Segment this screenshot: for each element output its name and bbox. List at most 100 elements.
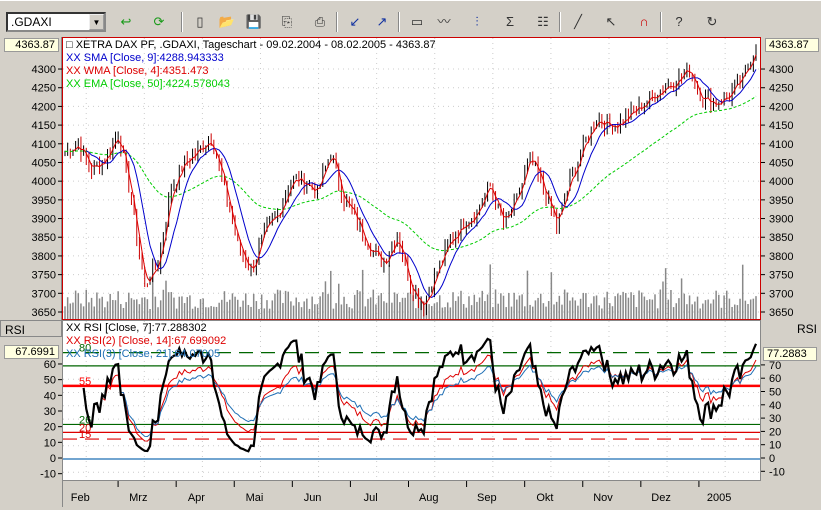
price-tick-label: 3950	[32, 195, 56, 207]
wma-line	[72, 54, 757, 306]
sma-line	[86, 69, 757, 299]
rsi-tick-label-left: 30	[44, 406, 56, 418]
chart-back-icon[interactable]: ↙	[343, 13, 367, 31]
price-tick-label: 3850	[769, 232, 793, 244]
price-tick-label: 4300	[769, 64, 793, 76]
copy-icon[interactable]: ⎘	[275, 13, 299, 31]
price-tick-label: 3850	[32, 232, 56, 244]
legend-rsi14[interactable]: XX RSI(2) [Close, 14]:67.699092	[66, 335, 226, 348]
save-icon[interactable]: 💾	[242, 13, 266, 31]
price-tick-label: 3900	[32, 214, 56, 226]
time-axis: Feb Mrz Apr Mai Jun Jul Aug Sep Okt Nov Dez 2005	[62, 481, 761, 507]
chart-title: □ XETRA DAX PF, .GDAXI, Tageschart - 09.…	[66, 39, 436, 51]
month-label: Mrz	[129, 492, 147, 504]
price-tick-label: 4200	[769, 101, 793, 113]
print-icon[interactable]: ⎙	[308, 13, 332, 31]
rsi-legend: XX RSI [Close, 7]:77.288302 XX RSI(2) [C…	[66, 322, 226, 361]
undo-icon[interactable]: ↻	[700, 13, 724, 31]
sigma-icon[interactable]: Σ	[498, 13, 522, 31]
rsi14-line	[101, 354, 757, 442]
rsi-level-label: 55	[79, 376, 91, 388]
chart-style-icon[interactable]: ⫶	[465, 13, 489, 31]
month-label: 2005	[707, 492, 731, 504]
rsi-tick-label-right: 40	[769, 400, 781, 412]
rsi-tick-label-right: 30	[769, 413, 781, 425]
price-tick-label: 3800	[32, 251, 56, 263]
price-tick-label: 4150	[769, 120, 793, 132]
rsi-tick-label-right: 70	[769, 360, 781, 372]
month-label: Feb	[71, 492, 90, 504]
price-tick-label: 3750	[32, 270, 56, 282]
symbol-value: .GDAXI	[11, 15, 52, 29]
rsi-tick-label-left: 50	[44, 375, 56, 387]
help-icon[interactable]: ?	[667, 13, 691, 31]
month-label: Okt	[536, 492, 553, 504]
go-arrow-icon[interactable]: ↩	[114, 13, 138, 31]
rsi-tick-label-left: -10	[40, 469, 56, 481]
legend-ema[interactable]: XX EMA [Close, 50]:4224.578043	[66, 78, 436, 91]
draw-line-icon[interactable]: ╱	[566, 13, 590, 31]
price-tick-label: 3750	[769, 270, 793, 282]
toolbar-separator	[660, 12, 662, 32]
price-tick-label: 3900	[769, 214, 793, 226]
rsi-tick-label-right: 20	[769, 426, 781, 438]
price-tick-label: 4100	[769, 139, 793, 151]
month-label: Jun	[304, 492, 322, 504]
rsi-tick-label-right: 0	[769, 453, 775, 465]
rsi-tick-label-right: 50	[769, 387, 781, 399]
month-label: Aug	[419, 492, 439, 504]
rsi-level-label: 15	[79, 429, 91, 441]
rsi-tick-label-right: -10	[769, 466, 785, 478]
rsi-tick-label-right: 60	[769, 373, 781, 385]
price-tick-label: 3650	[769, 307, 793, 319]
price-tick-label: 4300	[32, 64, 56, 76]
month-label: Nov	[593, 492, 613, 504]
new-icon[interactable]: ▯	[188, 13, 212, 31]
legend-rsi21[interactable]: XX RSI(3) [Close, 21]:64.07005	[66, 348, 226, 361]
chart-title-text: XETRA DAX PF, .GDAXI, Tageschart - 09.02…	[75, 39, 436, 51]
symbol-combobox[interactable]: .GDAXI ▼	[6, 12, 106, 32]
ema-line	[64, 95, 757, 252]
month-label: Mai	[246, 492, 264, 504]
price-tick-label: 4150	[32, 120, 56, 132]
month-label: Jul	[364, 492, 378, 504]
legend-sma[interactable]: XX SMA [Close, 9]:4288.943333	[66, 52, 436, 65]
left-axes: 3650 3700 3750 3800 3850 3900 3950 4000 4050 4100…	[0, 37, 62, 487]
magnet-icon[interactable]: ∩	[632, 13, 656, 31]
rsi-tick-label-right: 10	[769, 440, 781, 452]
price-tick-label: 4050	[32, 157, 56, 169]
month-label: Sep	[477, 492, 497, 504]
chevron-down-icon[interactable]: ▼	[89, 14, 104, 30]
price-tick-label: 3650	[32, 307, 56, 319]
price-tick-label: 3800	[769, 251, 793, 263]
rsi-tick-label-left: 0	[50, 453, 56, 465]
price-tick-label: 4200	[32, 101, 56, 113]
refresh-icon[interactable]: ⟳	[147, 13, 171, 31]
rsi-tick-label-left: 10	[44, 437, 56, 449]
indicator-icon[interactable]: 〰	[432, 13, 456, 31]
chart-forward-icon[interactable]: ↗	[370, 13, 394, 31]
rsi-tick-label-left: 40	[44, 390, 56, 402]
cursor-icon[interactable]: ↖	[599, 13, 623, 31]
toolbar-separator	[181, 12, 183, 32]
price-tick-label: 4100	[32, 139, 56, 151]
price-tick-label: 4250	[769, 83, 793, 95]
price-tick-label: 4050	[769, 157, 793, 169]
legend-rsi7[interactable]: XX RSI [Close, 7]:77.288302	[66, 322, 226, 335]
price-tick-label: 3950	[769, 195, 793, 207]
rsi-tick-label-left: 20	[44, 422, 56, 434]
price-tick-label: 3700	[32, 288, 56, 300]
right-axes: 3650 3700 3750 3800 3850 3900 3950 4000 4050 4100…	[761, 37, 821, 487]
rsi-tick-label-left: 60	[44, 359, 56, 371]
price-tick-label: 4000	[769, 176, 793, 188]
price-tick-label: 3700	[769, 288, 793, 300]
toolbar-separator	[398, 12, 400, 32]
price-tick-label: 4000	[32, 176, 56, 188]
window-icon[interactable]: ▭	[405, 13, 429, 31]
legend-wma[interactable]: XX WMA [Close, 4]:4351.473	[66, 65, 436, 78]
toolbar: .GDAXI ▼ ↩ ⟳ ▯ 📂 💾 ⎘ ⎙ ↙ ↗ ▭ 〰 ⫶ Σ ☷ ╱ ↖ ∩? ↻	[0, 0, 821, 36]
toolbar-separator	[336, 12, 338, 32]
open-folder-icon[interactable]: 📂	[215, 13, 239, 31]
month-label: Dez	[651, 492, 671, 504]
properties-icon[interactable]: ☷	[531, 13, 555, 31]
